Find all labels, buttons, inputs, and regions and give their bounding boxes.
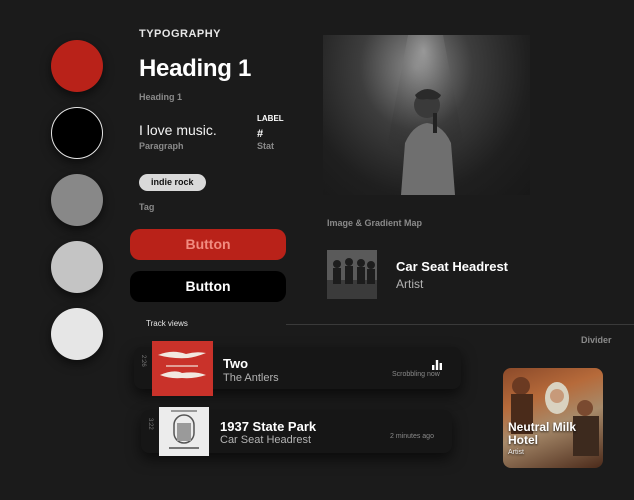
track-length: 2:26 (140, 355, 146, 367)
performer-photo (378, 35, 473, 195)
color-swatch-red (51, 40, 103, 92)
section-title: TYPOGRAPHY (139, 28, 222, 40)
tag-label: Tag (139, 202, 155, 212)
color-swatch-gray (51, 174, 103, 226)
album-cover (152, 341, 213, 396)
artist-subtitle: Artist (396, 277, 424, 291)
track-title[interactable]: 1937 State Park (220, 419, 316, 434)
heading-1-sample: Heading 1 (139, 55, 251, 82)
arch-artwork (169, 410, 199, 449)
divider-label: Divider (581, 335, 612, 345)
track-artist[interactable]: The Antlers (223, 372, 279, 384)
band-photo (327, 250, 377, 299)
color-swatch-black (51, 107, 103, 159)
track-title[interactable]: Two (223, 356, 248, 371)
primary-button[interactable]: Button (130, 229, 286, 260)
artist-card-subtitle: Artist (508, 449, 524, 456)
image-caption: Image & Gradient Map (327, 218, 423, 228)
hero-image (323, 35, 530, 195)
divider (286, 324, 634, 325)
track-row[interactable]: 2:26 Two The Antlers Scrobbling now (134, 341, 461, 396)
paragraph-label: Paragraph (139, 141, 184, 151)
hands-artwork (158, 351, 206, 379)
paragraph-sample: I love music. (139, 122, 217, 138)
artist-name[interactable]: Car Seat Headrest (396, 259, 508, 274)
track-views-label: Track views (146, 319, 188, 328)
artist-thumbnail[interactable] (327, 250, 377, 299)
color-swatch-light-gray (51, 241, 103, 293)
artist-card[interactable]: Neutral Milk Hotel Artist (503, 368, 603, 468)
track-length: 3:22 (147, 418, 153, 430)
bars-icon (432, 357, 442, 370)
label-sample: LABEL (257, 114, 284, 123)
stat-value: # (257, 128, 264, 140)
track-row[interactable]: 3:22 1937 State Park Car Seat Headrest 2… (141, 407, 452, 456)
heading-1-label: Heading 1 (139, 92, 183, 102)
tag-pill[interactable]: indie rock (139, 174, 206, 191)
album-cover (159, 407, 209, 456)
artist-card-title: Neutral Milk Hotel (508, 420, 577, 447)
track-status: Scrobbling now (392, 371, 440, 378)
track-status: 2 minutes ago (390, 433, 434, 440)
stat-label: Stat (257, 141, 275, 151)
track-artist[interactable]: Car Seat Headrest (220, 434, 311, 446)
secondary-button[interactable]: Button (130, 271, 286, 302)
color-swatch-lighter-gray (51, 308, 103, 360)
